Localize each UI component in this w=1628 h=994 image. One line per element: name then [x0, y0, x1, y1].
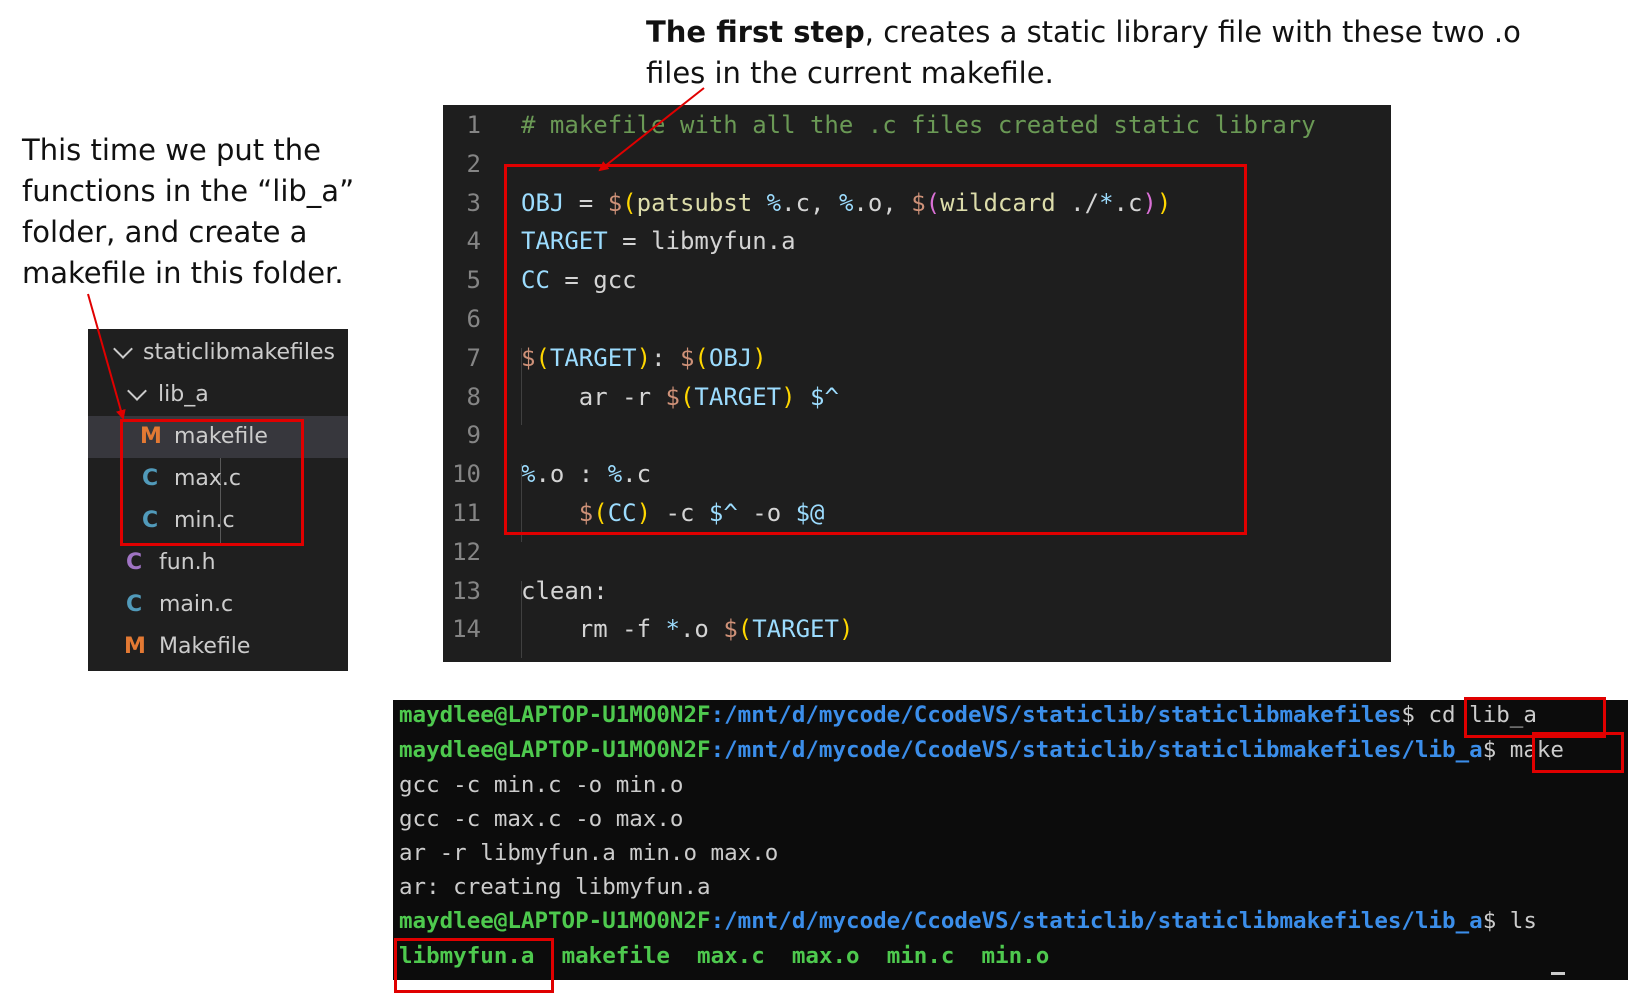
arrow-to-code	[598, 87, 705, 172]
arrow-to-files	[87, 293, 126, 420]
annotation-arrows	[87, 87, 705, 420]
